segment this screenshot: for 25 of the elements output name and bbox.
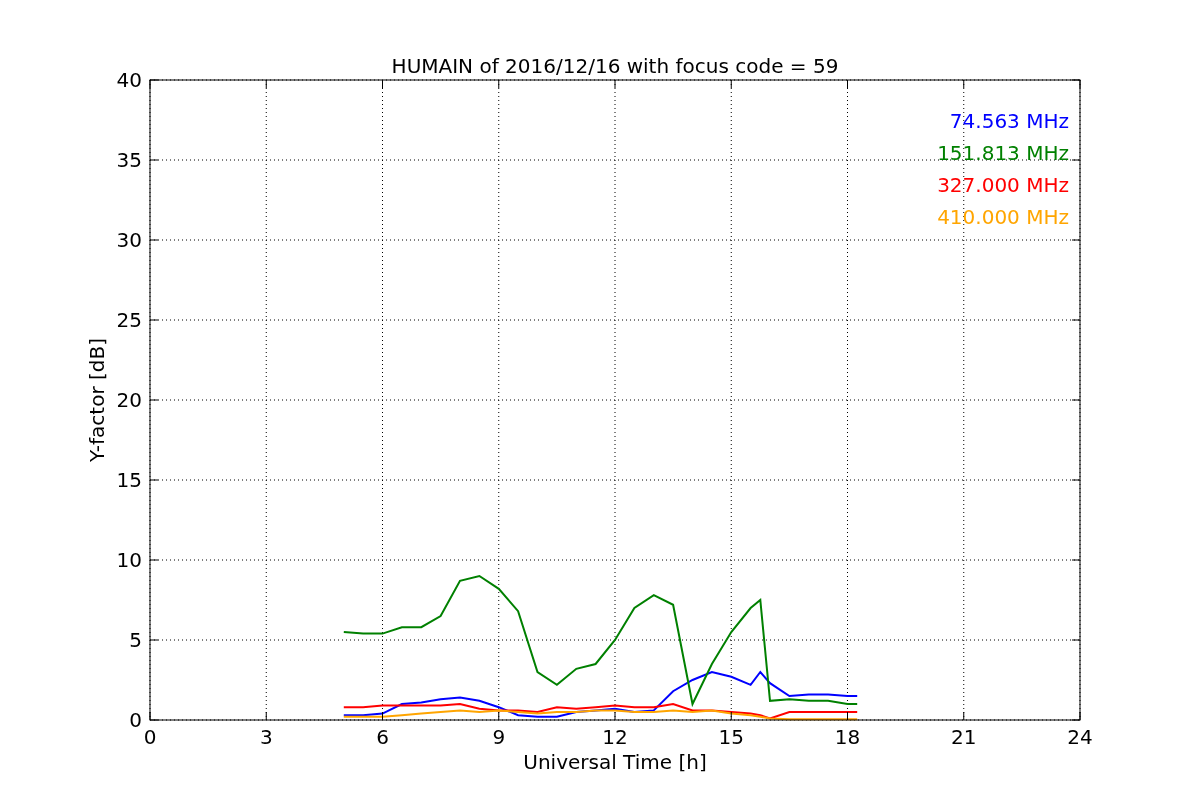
y-tick-label: 40 [116, 68, 142, 92]
x-tick-label: 0 [143, 725, 157, 749]
x-axis-label: Universal Time [h] [523, 750, 707, 774]
x-tick-label: 21 [951, 725, 977, 749]
x-tick-label: 12 [602, 725, 628, 749]
y-tick-label: 0 [129, 708, 142, 732]
legend-label: 74.563 MHz [949, 109, 1069, 133]
x-tick-label: 6 [376, 725, 389, 749]
x-tick-label: 15 [718, 725, 744, 749]
legend-label: 327.000 MHz [937, 173, 1069, 197]
y-axis-label: Y-factor [dB] [85, 338, 109, 462]
x-tick-label: 9 [492, 725, 506, 749]
y-tick-label: 35 [116, 148, 142, 172]
x-tick-label: 3 [259, 725, 273, 749]
y-tick-label: 10 [116, 548, 142, 572]
x-tick-label: 24 [1067, 725, 1093, 749]
chart-title: HUMAIN of 2016/12/16 with focus code = 59 [391, 54, 839, 78]
y-tick-label: 5 [129, 628, 142, 652]
legend-label: 151.813 MHz [937, 141, 1069, 165]
y-tick-label: 15 [116, 468, 142, 492]
legend-label: 410.000 MHz [937, 205, 1069, 229]
x-tick-label: 18 [834, 725, 861, 749]
y-tick-label: 20 [116, 388, 142, 412]
y-tick-label: 30 [116, 228, 142, 252]
y-tick-label: 25 [116, 308, 142, 332]
